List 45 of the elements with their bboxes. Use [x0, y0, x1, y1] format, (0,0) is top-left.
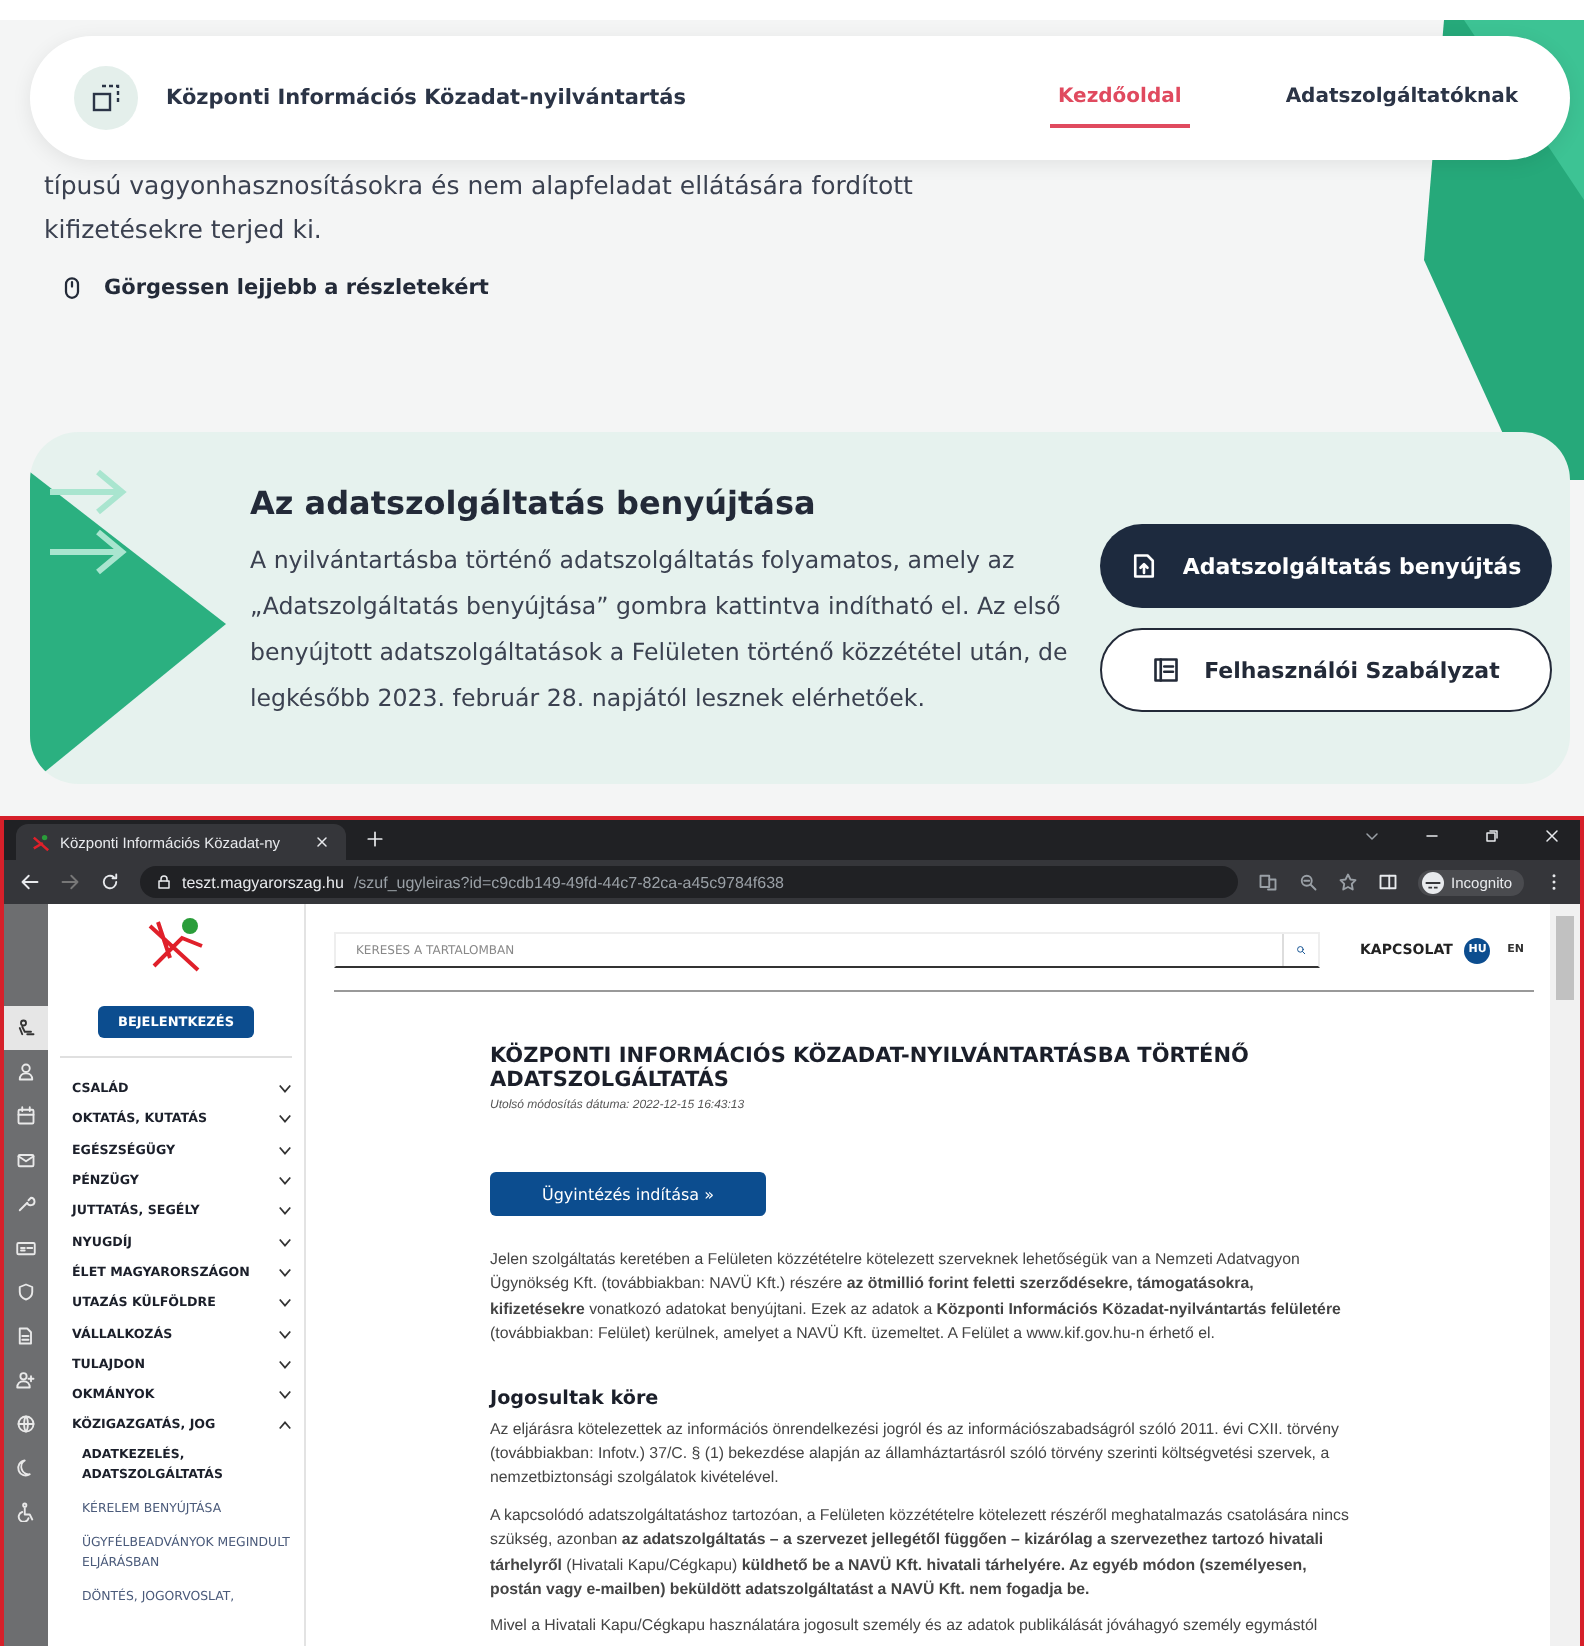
user-icon — [16, 1062, 36, 1082]
card-title: Az adatszolgáltatás benyújtása — [250, 484, 818, 522]
section-heading: Jogosultak köre — [490, 1387, 661, 1410]
submit-button[interactable]: Adatszolgáltatás benyújtás — [1100, 524, 1552, 608]
address-bar[interactable]: teszt.magyarorszag.hu /szuf_ugyleiras?id=c9cdb149-49fd-44c7-82ca-a45c9784f638 — [140, 866, 1238, 898]
forward-icon — [60, 872, 80, 892]
nav-tab[interactable]: Kezdőoldal — [1049, 69, 1190, 127]
person-at-desk-icon — [16, 1018, 36, 1038]
reload-icon — [100, 872, 120, 892]
start-button[interactable]: Ügyintézés indítása » — [490, 1172, 766, 1216]
copy-icon — [74, 66, 138, 130]
article-title: KÖZPONTI INFORMÁCIÓS KÖZADAT-NYILVÁNTARTÁSBA TÖRTÉNŐ ADATSZOLGÁLTATÁS — [490, 1044, 1251, 1092]
zoom-icon — [1297, 872, 1318, 892]
side-panel-icon — [1377, 872, 1398, 892]
close-icon — [1544, 828, 1560, 844]
scrollbar[interactable] — [1550, 904, 1580, 1646]
lock-icon — [156, 874, 172, 890]
calendar-icon — [16, 1106, 36, 1126]
envelope-icon — [16, 1150, 36, 1170]
star-icon — [1337, 872, 1358, 892]
wheelchair-icon — [16, 1502, 36, 1522]
restore-icon — [1484, 828, 1500, 844]
search-icon — [1296, 942, 1306, 958]
nav-tab[interactable]: Adatszolgáltatóknak — [1277, 69, 1526, 127]
document-icon — [16, 1326, 36, 1346]
close-icon — [314, 834, 330, 850]
id-card-icon — [16, 1238, 36, 1258]
moon-icon — [16, 1458, 36, 1478]
rail-item[interactable] — [4, 1006, 48, 1050]
upload-icon — [1130, 552, 1159, 580]
scroll-hint: Görgessen lejjebb a részletekért — [104, 276, 489, 300]
site-title: Központi Információs Közadat-nyilvántartás — [166, 86, 688, 110]
person-add-icon — [16, 1370, 36, 1390]
shield-icon — [16, 1282, 36, 1302]
intro-text: típusú vagyonhasznosításokra és nem alapfeladat ellátására fordított kifizetésekre terjed ki. — [44, 168, 915, 248]
plus-icon — [366, 830, 384, 848]
globe-icon — [16, 1414, 36, 1434]
card-text: A nyilvántartásba történő adatszolgáltatás folyamatos, amely az „Adatszolgáltatás benyújtása” gombra kattintva indítható el. Az első benyújtott adatszolgáltatások a Felületen történő közzététel után, de legkésőbb 2023. február 28. napjától lesznek elérhetőek. — [250, 544, 1070, 716]
rules-button[interactable]: Felhasználói Szabályzat — [1100, 628, 1552, 712]
favicon-icon — [32, 833, 50, 851]
incognito-icon — [1421, 871, 1444, 893]
chevron-down-icon — [1364, 828, 1380, 844]
mouse-icon — [60, 276, 84, 300]
document-icon — [1152, 656, 1181, 684]
back-icon — [20, 872, 40, 892]
